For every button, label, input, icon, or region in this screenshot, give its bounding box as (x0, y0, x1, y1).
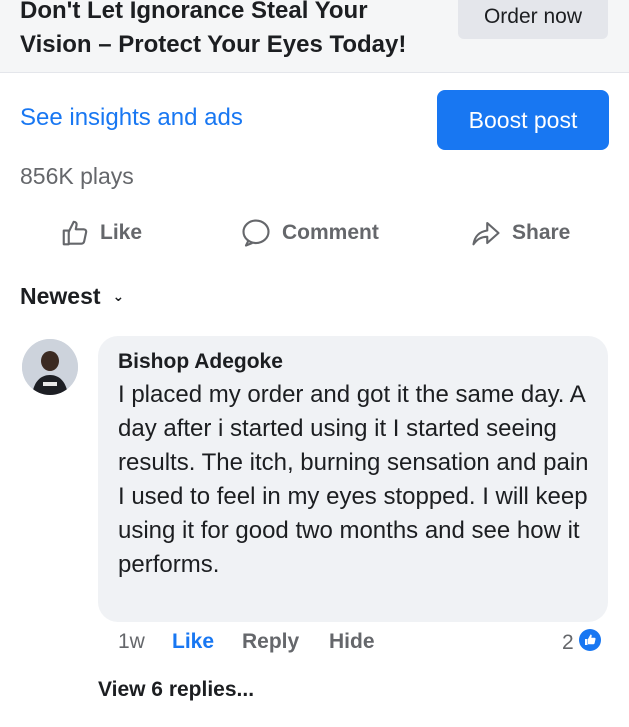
order-now-button[interactable]: Order now (458, 0, 608, 39)
see-insights-link[interactable]: See insights and ads (20, 104, 243, 132)
plays-count: 856K plays (20, 163, 134, 189)
comment-author[interactable]: Bishop Adegoke (118, 350, 283, 374)
boost-post-button[interactable]: Boost post (437, 90, 609, 150)
comment-text: I placed my order and got it the same da… (118, 381, 589, 578)
comment-button[interactable]: Comment (240, 216, 379, 250)
comment-reply-button[interactable]: Reply (242, 630, 299, 654)
thumbs-up-icon (60, 218, 90, 248)
comment-like-button[interactable]: Like (172, 630, 214, 654)
like-button[interactable]: Like (60, 216, 142, 250)
comment-sort-dropdown[interactable]: Newest ⌄ (20, 283, 124, 310)
reaction-summary[interactable]: 2 (562, 628, 602, 658)
speech-bubble-icon (240, 218, 272, 248)
like-reaction-icon (578, 628, 602, 658)
comment-hide-button[interactable]: Hide (329, 630, 375, 654)
avatar[interactable] (22, 339, 78, 395)
sort-label: Newest (20, 283, 101, 309)
share-button[interactable]: Share (470, 216, 570, 250)
share-label: Share (512, 221, 571, 244)
chevron-down-icon: ⌄ (112, 288, 125, 304)
view-replies-link[interactable]: View 6 replies... (98, 678, 254, 702)
reaction-count: 2 (562, 631, 574, 654)
like-label: Like (100, 221, 143, 244)
comment-label: Comment (282, 221, 379, 244)
ad-headline[interactable]: Don't Let Ignorance Steal Your Vision – … (20, 0, 440, 62)
comment-timestamp: 1w (118, 630, 145, 653)
share-arrow-icon (470, 218, 502, 248)
comment-bubble: Bishop Adegoke I placed my order and got… (98, 336, 608, 622)
ad-banner: Don't Let Ignorance Steal Your Vision – … (0, 0, 629, 73)
